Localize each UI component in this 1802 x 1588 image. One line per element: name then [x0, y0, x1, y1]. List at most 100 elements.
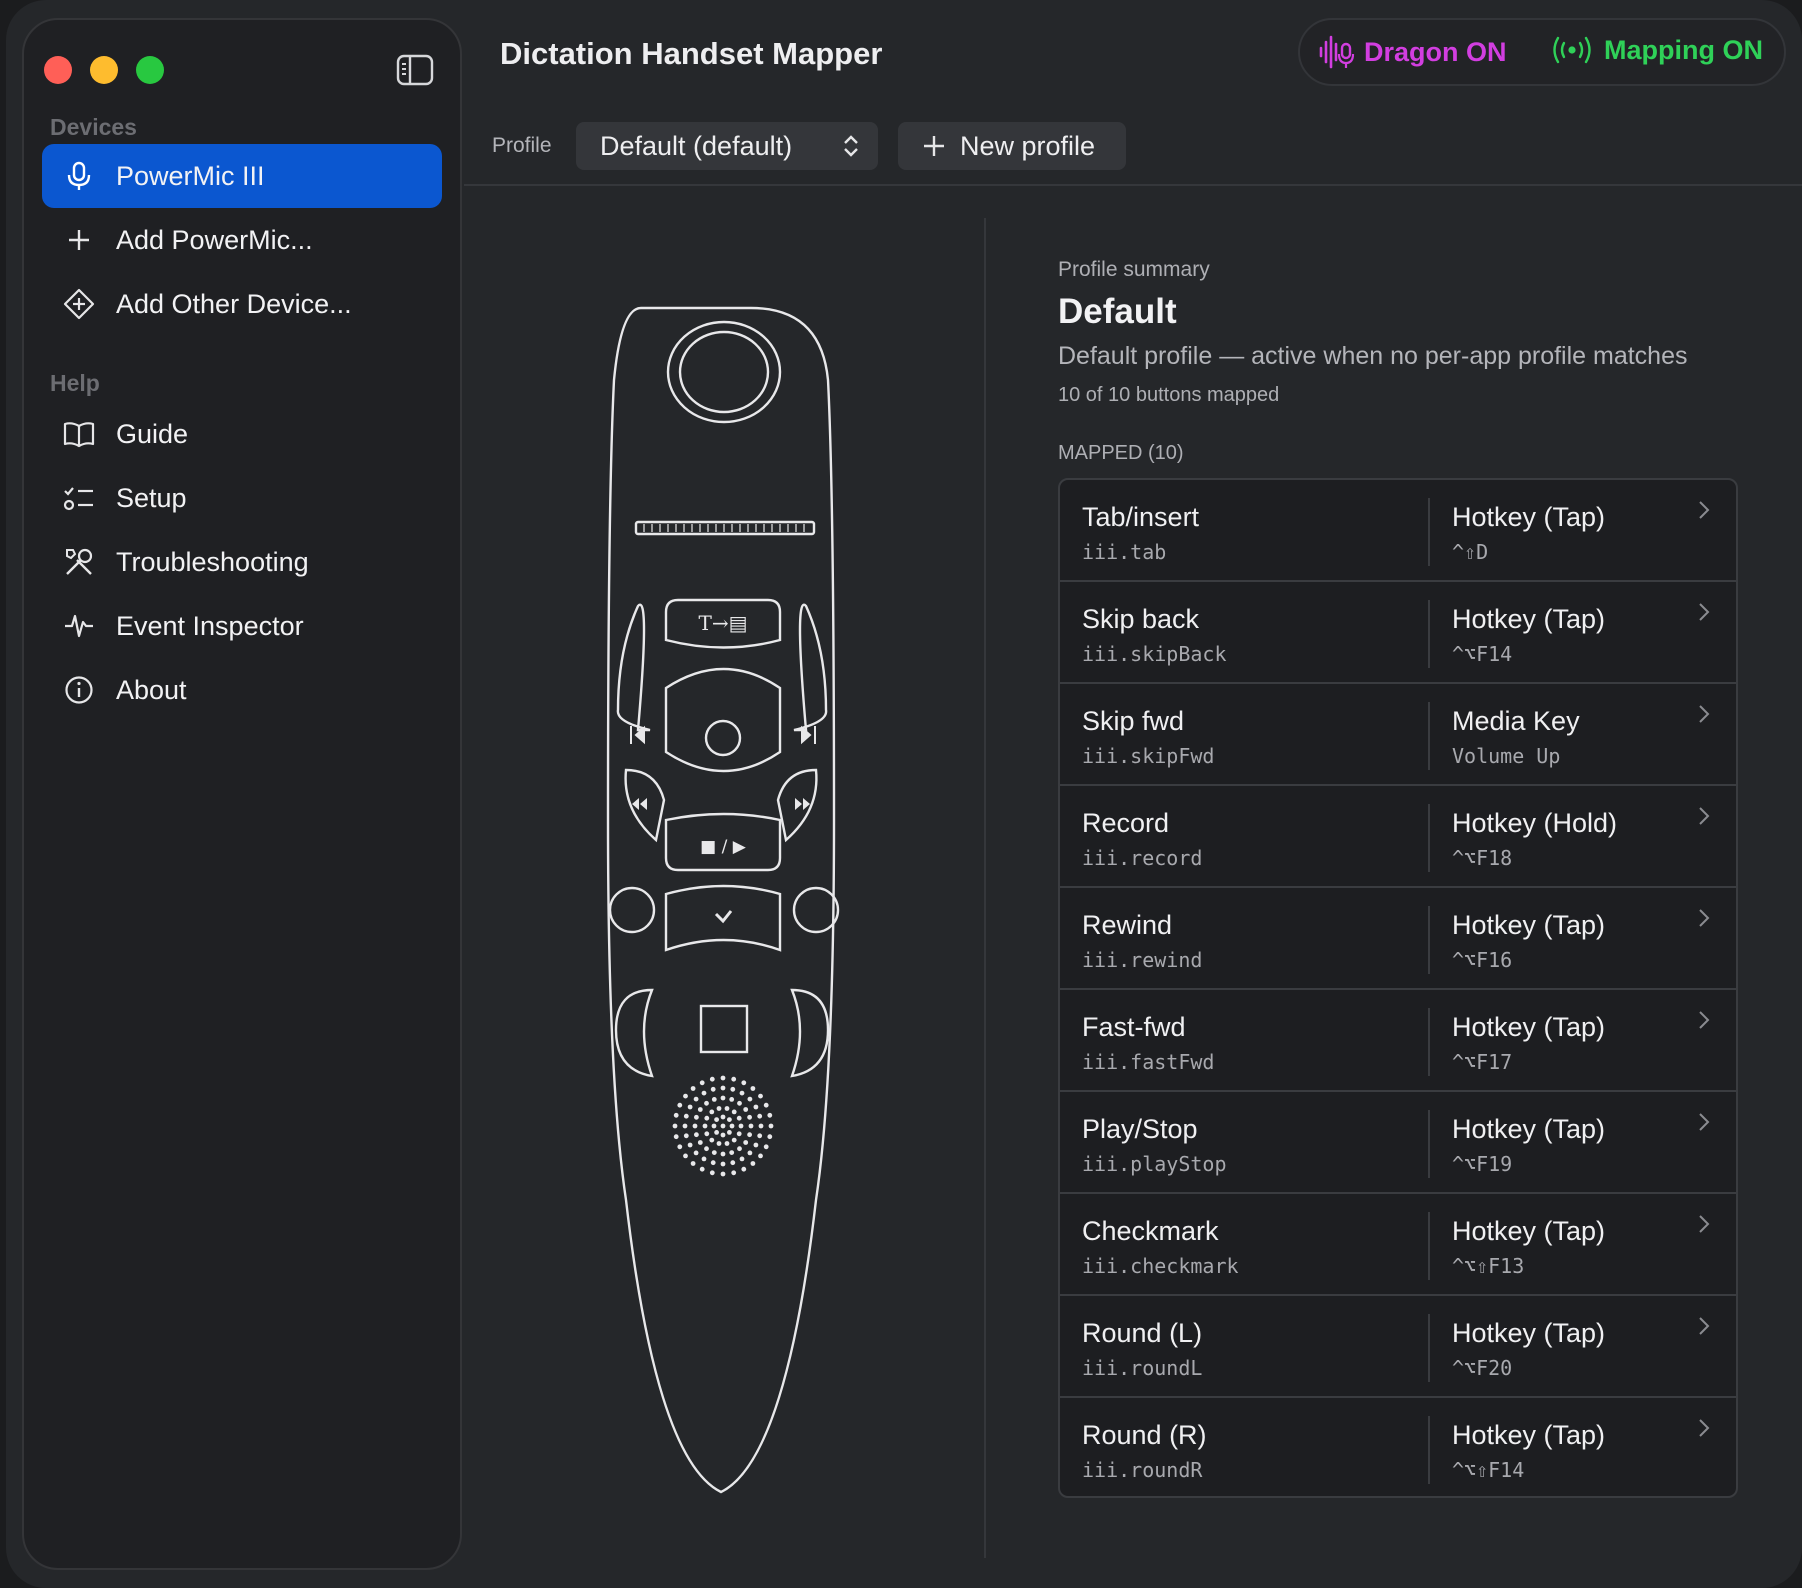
action-type: Hotkey (Tap)	[1452, 1114, 1606, 1144]
speaker-dot	[758, 1093, 763, 1099]
speaker-dot	[720, 1123, 726, 1129]
speaker-dot	[768, 1123, 774, 1129]
fast-fwd-glyph	[795, 798, 810, 810]
speaker-dot	[690, 1161, 696, 1166]
speaker-dot	[693, 1150, 699, 1156]
speaker-dot	[727, 1117, 732, 1122]
speaker-dot	[683, 1133, 689, 1139]
plus-icon	[924, 136, 944, 156]
profile-label: Profile	[492, 134, 552, 157]
device-button-round-right	[792, 886, 840, 934]
speaker-dot	[720, 1085, 726, 1091]
speaker-dot	[683, 1153, 688, 1159]
sidebar-item-guide[interactable]: Guide	[42, 402, 442, 466]
minimize-window-button[interactable]	[90, 56, 118, 84]
action-key: ^⌥F20	[1452, 1356, 1513, 1380]
button-name: Round (R)	[1082, 1420, 1207, 1450]
speaker-dot	[694, 1132, 699, 1138]
profile-name: Default	[1058, 292, 1177, 331]
device-speaker-grille	[672, 1075, 774, 1177]
button-name: Record	[1082, 808, 1170, 838]
speaker-dot	[736, 1115, 742, 1121]
speaker-dot	[737, 1100, 742, 1106]
speaker-dot	[704, 1115, 710, 1121]
device-button-left-crescent	[614, 988, 654, 1078]
mapping-row[interactable]: Play/Stop iii.playStop Hotkey (Tap) ^⌥F19	[1060, 1092, 1736, 1194]
close-window-button[interactable]	[44, 56, 72, 84]
speaker-dot	[747, 1114, 752, 1120]
device-tab-glyph: T→▤	[699, 611, 748, 635]
speaker-dot	[673, 1134, 679, 1140]
sidebar-item-powermic-iii[interactable]: PowerMic III	[42, 144, 442, 208]
button-name: Fast-fwd	[1082, 1012, 1186, 1042]
powermic-device-illustration: T→▤ ■ / ▶	[606, 306, 840, 1494]
speaker-dot	[682, 1123, 688, 1129]
speaker-dot	[731, 1076, 737, 1082]
profile-select[interactable]: Default (default)	[576, 122, 878, 170]
speaker-dot	[731, 1170, 737, 1176]
speaker-dot	[731, 1109, 737, 1115]
mapping-row[interactable]: Round (R) iii.roundR Hotkey (Tap) ^⌥⇧F14	[1060, 1398, 1736, 1496]
speaker-dot	[767, 1112, 773, 1118]
row-separator	[1428, 804, 1430, 872]
sidebar-item-troubleshooting[interactable]: Troubleshooting	[42, 530, 442, 594]
mapping-row[interactable]: Record iii.record Hotkey (Hold) ^⌥F18	[1060, 786, 1736, 888]
speaker-dot	[747, 1150, 753, 1156]
speaker-dot	[724, 1141, 730, 1146]
device-button-right-crescent	[790, 988, 830, 1078]
sidebar-item-setup[interactable]: Setup	[42, 466, 442, 530]
speaker-dot	[693, 1096, 699, 1102]
mapping-row[interactable]: Skip back iii.skipBack Hotkey (Tap) ^⌥F14	[1060, 582, 1736, 684]
diamond-plus-icon	[62, 287, 96, 321]
button-name: Skip fwd	[1082, 706, 1185, 736]
zoom-window-button[interactable]	[136, 56, 164, 84]
mapping-row[interactable]: Round (L) iii.roundL Hotkey (Tap) ^⌥F20	[1060, 1296, 1736, 1398]
mapping-row[interactable]: Tab/insert iii.tab Hotkey (Tap) ^⇧D	[1060, 480, 1736, 582]
speaker-dot	[753, 1104, 759, 1110]
waveform-mic-icon	[1319, 35, 1355, 69]
row-separator	[1428, 1110, 1430, 1178]
speaker-dot	[704, 1131, 710, 1137]
speaker-dot	[694, 1114, 699, 1120]
speaker-dot	[736, 1131, 742, 1137]
action-key: ^⌥F16	[1452, 948, 1513, 972]
button-id: iii.skipFwd	[1082, 744, 1215, 768]
action-key: Volume Up	[1452, 744, 1561, 768]
row-separator	[1428, 498, 1430, 566]
mapping-row[interactable]: Rewind iii.rewind Hotkey (Tap) ^⌥F16	[1060, 888, 1736, 990]
button-id: iii.roundL	[1082, 1356, 1203, 1380]
speaker-dot	[763, 1144, 769, 1150]
row-separator	[1428, 702, 1430, 770]
speaker-dot	[747, 1132, 752, 1138]
speaker-dot	[720, 1151, 726, 1157]
chevron-right-icon	[1699, 1419, 1710, 1437]
sidebar-toggle-icon[interactable]	[396, 54, 434, 86]
speaker-dot	[720, 1114, 726, 1120]
checkmark-glyph	[714, 910, 733, 924]
button-id: iii.playStop	[1082, 1152, 1227, 1176]
speaker-dot	[709, 1170, 715, 1176]
action-type: Hotkey (Hold)	[1452, 808, 1618, 838]
sidebar-item-about[interactable]: About	[42, 658, 442, 722]
new-profile-label: New profile	[960, 130, 1096, 161]
mapping-row[interactable]: Checkmark iii.checkmark Hotkey (Tap) ^⌥⇧F13	[1060, 1194, 1736, 1296]
sidebar-item-add-other-device[interactable]: Add Other Device...	[42, 272, 442, 336]
sidebar-item-add-powermic[interactable]: Add PowerMic...	[42, 208, 442, 272]
speaker-dot	[730, 1160, 736, 1166]
device-button-checkmark	[664, 884, 782, 952]
speaker-dot	[750, 1086, 756, 1091]
speaker-dot	[699, 1166, 705, 1172]
speaker-dot	[711, 1123, 717, 1129]
chevron-right-icon	[1699, 1317, 1710, 1335]
speaker-dot	[727, 1130, 732, 1135]
mapping-row[interactable]: Fast-fwd iii.fastFwd Hotkey (Tap) ^⌥F17	[1060, 990, 1736, 1092]
sidebar-item-event-inspector[interactable]: Event Inspector	[42, 594, 442, 658]
speaker-dot	[677, 1102, 683, 1108]
speaker-dot	[720, 1161, 726, 1167]
new-profile-button[interactable]: New profile	[898, 122, 1126, 170]
speaker-dot	[704, 1146, 709, 1152]
mapping-row[interactable]: Skip fwd iii.skipFwd Media Key Volume Up	[1060, 684, 1736, 786]
speaker-dot	[710, 1160, 716, 1166]
action-key: ^⌥F18	[1452, 846, 1513, 870]
action-key: ^⌥F19	[1452, 1152, 1513, 1176]
